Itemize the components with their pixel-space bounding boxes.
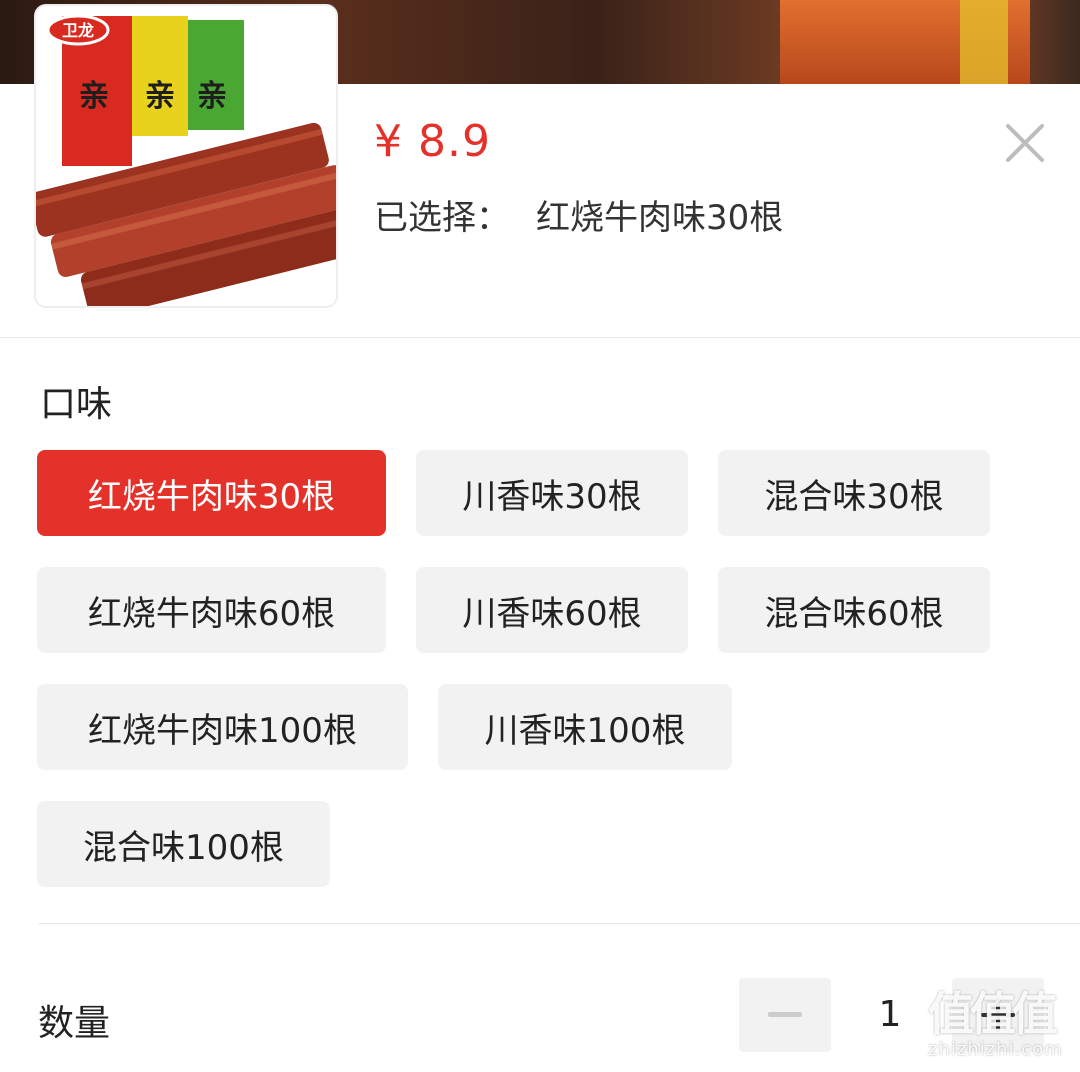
product-thumbnail: 卫龙 亲 亲 亲 [36, 6, 336, 306]
flavor-option-chuanxiang-100[interactable]: 川香味100根 [438, 684, 732, 770]
flavor-divider [38, 923, 1080, 924]
watermark-logo-text: 值值值 [928, 987, 1058, 1041]
close-icon [1006, 124, 1044, 162]
minus-icon [768, 1012, 802, 1017]
selected-value: 红烧牛肉味30根 [536, 198, 784, 238]
svg-text:亲: 亲 [79, 79, 109, 114]
header-divider [0, 337, 1080, 338]
flavor-option-beef-100[interactable]: 红烧牛肉味100根 [37, 684, 408, 770]
flavor-option-chuanxiang-60[interactable]: 川香味60根 [416, 567, 688, 653]
svg-text:卫龙: 卫龙 [62, 21, 94, 40]
watermark-url: zhizhizhi.com [928, 1039, 1063, 1060]
svg-text:亲: 亲 [197, 79, 227, 114]
product-price: ¥ 8.9 [374, 116, 491, 167]
selected-label: 已选择： [374, 198, 510, 238]
flavor-option-beef-30[interactable]: 红烧牛肉味30根 [37, 450, 386, 536]
quantity-decrease-button[interactable] [739, 978, 831, 1052]
flavor-option-mixed-100[interactable]: 混合味100根 [37, 801, 330, 887]
flavor-option-mixed-30[interactable]: 混合味30根 [718, 450, 990, 536]
flavor-title: 口味 [40, 384, 113, 425]
background-stripe [960, 0, 1008, 84]
svg-text:亲: 亲 [145, 79, 175, 114]
flavor-option-chuanxiang-30[interactable]: 川香味30根 [416, 450, 688, 536]
quantity-value[interactable]: 1 [860, 994, 920, 1035]
flavor-option-mixed-60[interactable]: 混合味60根 [718, 567, 990, 653]
quantity-label: 数量 [38, 1003, 111, 1044]
site-watermark: 值值值 zhizhizhi.com [928, 988, 1078, 1072]
flavor-option-beef-60[interactable]: 红烧牛肉味60根 [37, 567, 386, 653]
close-button[interactable] [1000, 118, 1050, 168]
selected-option-summary: 已选择： 红烧牛肉味30根 [374, 190, 783, 239]
